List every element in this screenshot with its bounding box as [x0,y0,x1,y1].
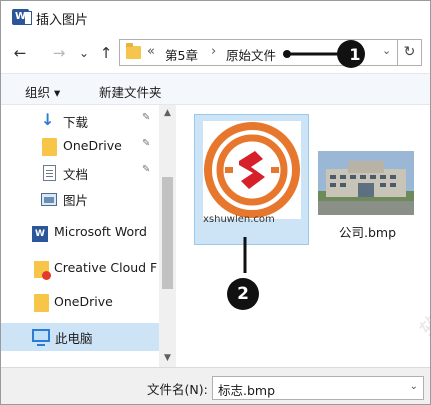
building-photo-thumbnail [318,151,414,215]
sidebar-item-label: 此电脑 [55,331,93,346]
window-title: 插入图片 [36,13,89,28]
address-dropdown-icon[interactable]: ⌄ [382,44,391,57]
sidebar-item-pictures[interactable]: 图片 [1,185,159,213]
file-list: xshuwlen.com 公司.bmp 软件自学网 [176,105,431,367]
up-button[interactable]: ↑ [97,44,115,62]
sidebar-item-microsoft-word[interactable]: W Microsoft Word [1,219,159,247]
organize-menu[interactable]: 组织 ▾ [25,82,60,101]
forward-button[interactable]: → [50,44,68,62]
creative-cloud-folder-icon [34,261,51,280]
sidebar-item-label: OneDrive [63,138,122,153]
download-arrow-icon: ↓ [41,110,55,129]
sidebar-scrollbar[interactable]: ▲ ▼ [159,105,176,367]
word-icon: W [32,226,48,242]
breadcrumb-separator: › [211,44,217,59]
sidebar-item-label: Microsoft Word [54,224,147,239]
back-button[interactable]: ← [11,44,29,62]
word-app-icon: W [12,9,32,25]
sidebar-item-creative-cloud[interactable]: Creative Cloud F [1,255,159,283]
sidebar-item-label: 文档 [63,167,89,182]
filename-value[interactable]: 标志.bmp [218,380,275,399]
watermark: 软件自学网 [415,242,431,343]
scroll-up-icon[interactable]: ▲ [159,105,176,122]
sidebar-item-documents[interactable]: 文档 ✎ [1,159,159,187]
pictures-icon [41,193,57,206]
document-icon [43,165,56,181]
scroll-down-icon[interactable]: ▼ [159,350,176,367]
scrollbar-thumb[interactable] [162,177,173,289]
filename-bar: 文件名(N): 标志.bmp ⌄ [1,367,430,404]
file-item-logo[interactable]: xshuwlen.com [194,114,309,245]
folder-icon [126,43,141,59]
folder-icon [42,138,57,156]
sidebar-item-label: Creative Cloud F [54,260,158,275]
chevron-down-icon[interactable]: ⌄ [410,381,418,392]
file-item-company-bmp[interactable] [318,151,414,215]
sidebar-item-label: 下载 [63,115,89,130]
breadcrumb-original-files[interactable]: 原始文件 [226,45,276,64]
title-bar: W 插入图片 [1,1,430,33]
sidebar-item-onedrive[interactable]: OneDrive [1,289,159,317]
callout-2-stem [243,237,247,273]
computer-icon [32,329,50,346]
company-logo-image [204,122,300,218]
breadcrumb-overflow[interactable]: « [147,44,155,59]
toolbar: 组织 ▾ 新建文件夹 [1,73,430,105]
callout-2-label: 2 [237,284,249,304]
sidebar-item-label: 图片 [63,193,89,208]
breadcrumb-chapter5[interactable]: 第5章 [165,45,198,64]
refresh-button[interactable]: ↻ [398,39,422,66]
callout-1-label: 1 [349,45,361,64]
pin-icon[interactable]: ✎ [142,112,150,123]
insert-picture-dialog: W 插入图片 ← → ⌄ ↑ « 第5章 › 原始文件 ⌄ ↻ 1 组织 ▾ 新… [0,0,431,405]
recent-locations-button[interactable]: ⌄ [75,44,93,62]
logo-thumbnail [203,121,301,219]
pin-icon[interactable]: ✎ [142,138,150,149]
new-folder-button[interactable]: 新建文件夹 [99,82,162,101]
sidebar-item-this-pc[interactable]: 此电脑 [1,323,159,351]
filename-label: 文件名(N): [147,382,208,397]
sidebar-item-label: OneDrive [54,294,113,309]
filename-input[interactable]: 标志.bmp ⌄ [212,376,424,400]
navigation-pane: ↓ 下载 ✎ OneDrive ✎ 文档 ✎ 图片 W Microsoft Wo… [1,105,176,367]
sidebar-item-onedrive-pinned[interactable]: OneDrive ✎ [1,133,159,161]
folder-icon [34,294,49,312]
pin-icon[interactable]: ✎ [142,164,150,175]
file-name-partial: xshuwlen.com [203,215,275,225]
file-name-label: 公司.bmp [339,225,397,240]
sidebar-item-downloads[interactable]: ↓ 下载 ✎ [1,107,159,135]
